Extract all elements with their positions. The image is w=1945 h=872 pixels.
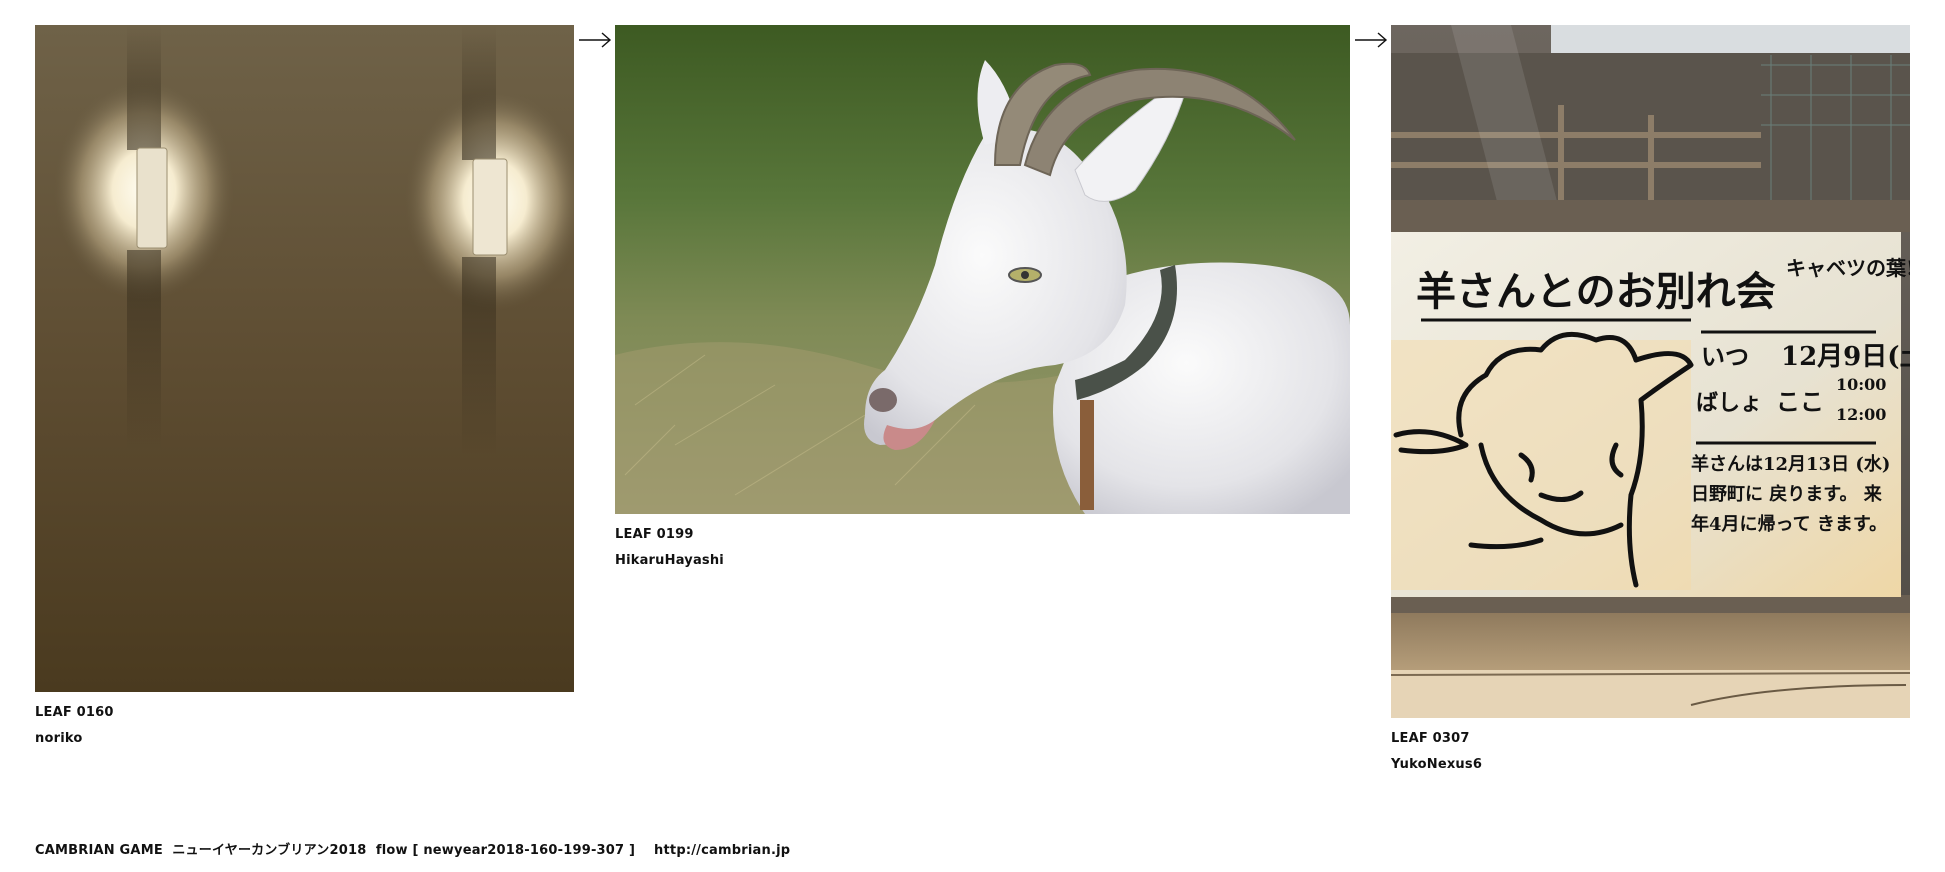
sign-time-start: 10:00 bbox=[1836, 375, 1886, 394]
sign-where-value: ここ bbox=[1776, 387, 1824, 416]
leaf-card-0307: 羊さんとのお別れ会 キャベツの葉!お よろしく いつ 12月9日(土) ばしょ … bbox=[1391, 25, 1910, 772]
leaf-card-0199: LEAF 0199 HikaruHayashi bbox=[615, 25, 1350, 568]
right-arrow-icon bbox=[1355, 32, 1388, 48]
footer-title: CAMBRIAN GAME ニューイヤーカンブリアン2018 flow [ ne… bbox=[35, 843, 636, 858]
leaf-author[interactable]: YukoNexus6 bbox=[1391, 757, 1910, 772]
sheep-sign-photo[interactable]: 羊さんとのお別れ会 キャベツの葉!お よろしく いつ 12月9日(土) ばしょ … bbox=[1391, 25, 1910, 718]
flow-page: LEAF 0160 noriko LEAF 0199 HikaruHayashi… bbox=[0, 0, 1945, 872]
leaf-title: LEAF 0307 bbox=[1391, 731, 1470, 746]
sign-when-value: 12月9日(土) bbox=[1781, 342, 1910, 372]
leaf-author[interactable]: noriko bbox=[35, 731, 574, 746]
sign-headline: 羊さんとのお別れ会 bbox=[1416, 268, 1776, 315]
lamp-wall-photo[interactable] bbox=[35, 25, 574, 692]
leaf-author[interactable]: HikaruHayashi bbox=[615, 553, 1350, 568]
sign-time-end: 12:00 bbox=[1836, 405, 1886, 424]
right-arrow-icon bbox=[579, 32, 612, 48]
leaf-title: LEAF 0160 bbox=[35, 705, 114, 720]
leaf-title: LEAF 0199 bbox=[615, 527, 694, 542]
goat-photo[interactable] bbox=[615, 25, 1350, 514]
footer-link[interactable]: http://cambrian.jp bbox=[654, 843, 790, 858]
sign-where-label: ばしょ bbox=[1696, 390, 1762, 416]
footer: CAMBRIAN GAME ニューイヤーカンブリアン2018 flow [ ne… bbox=[35, 839, 790, 858]
leaf-card-0160: LEAF 0160 noriko bbox=[35, 25, 574, 746]
sign-side-note: キャベツの葉!お よろしく bbox=[1786, 256, 1910, 280]
sign-when-label: いつ bbox=[1701, 342, 1749, 371]
sign-notice: 羊さんは12月13日 (水) 日野町に 戻ります。 来年4月に帰って きます。 bbox=[1691, 454, 1891, 535]
